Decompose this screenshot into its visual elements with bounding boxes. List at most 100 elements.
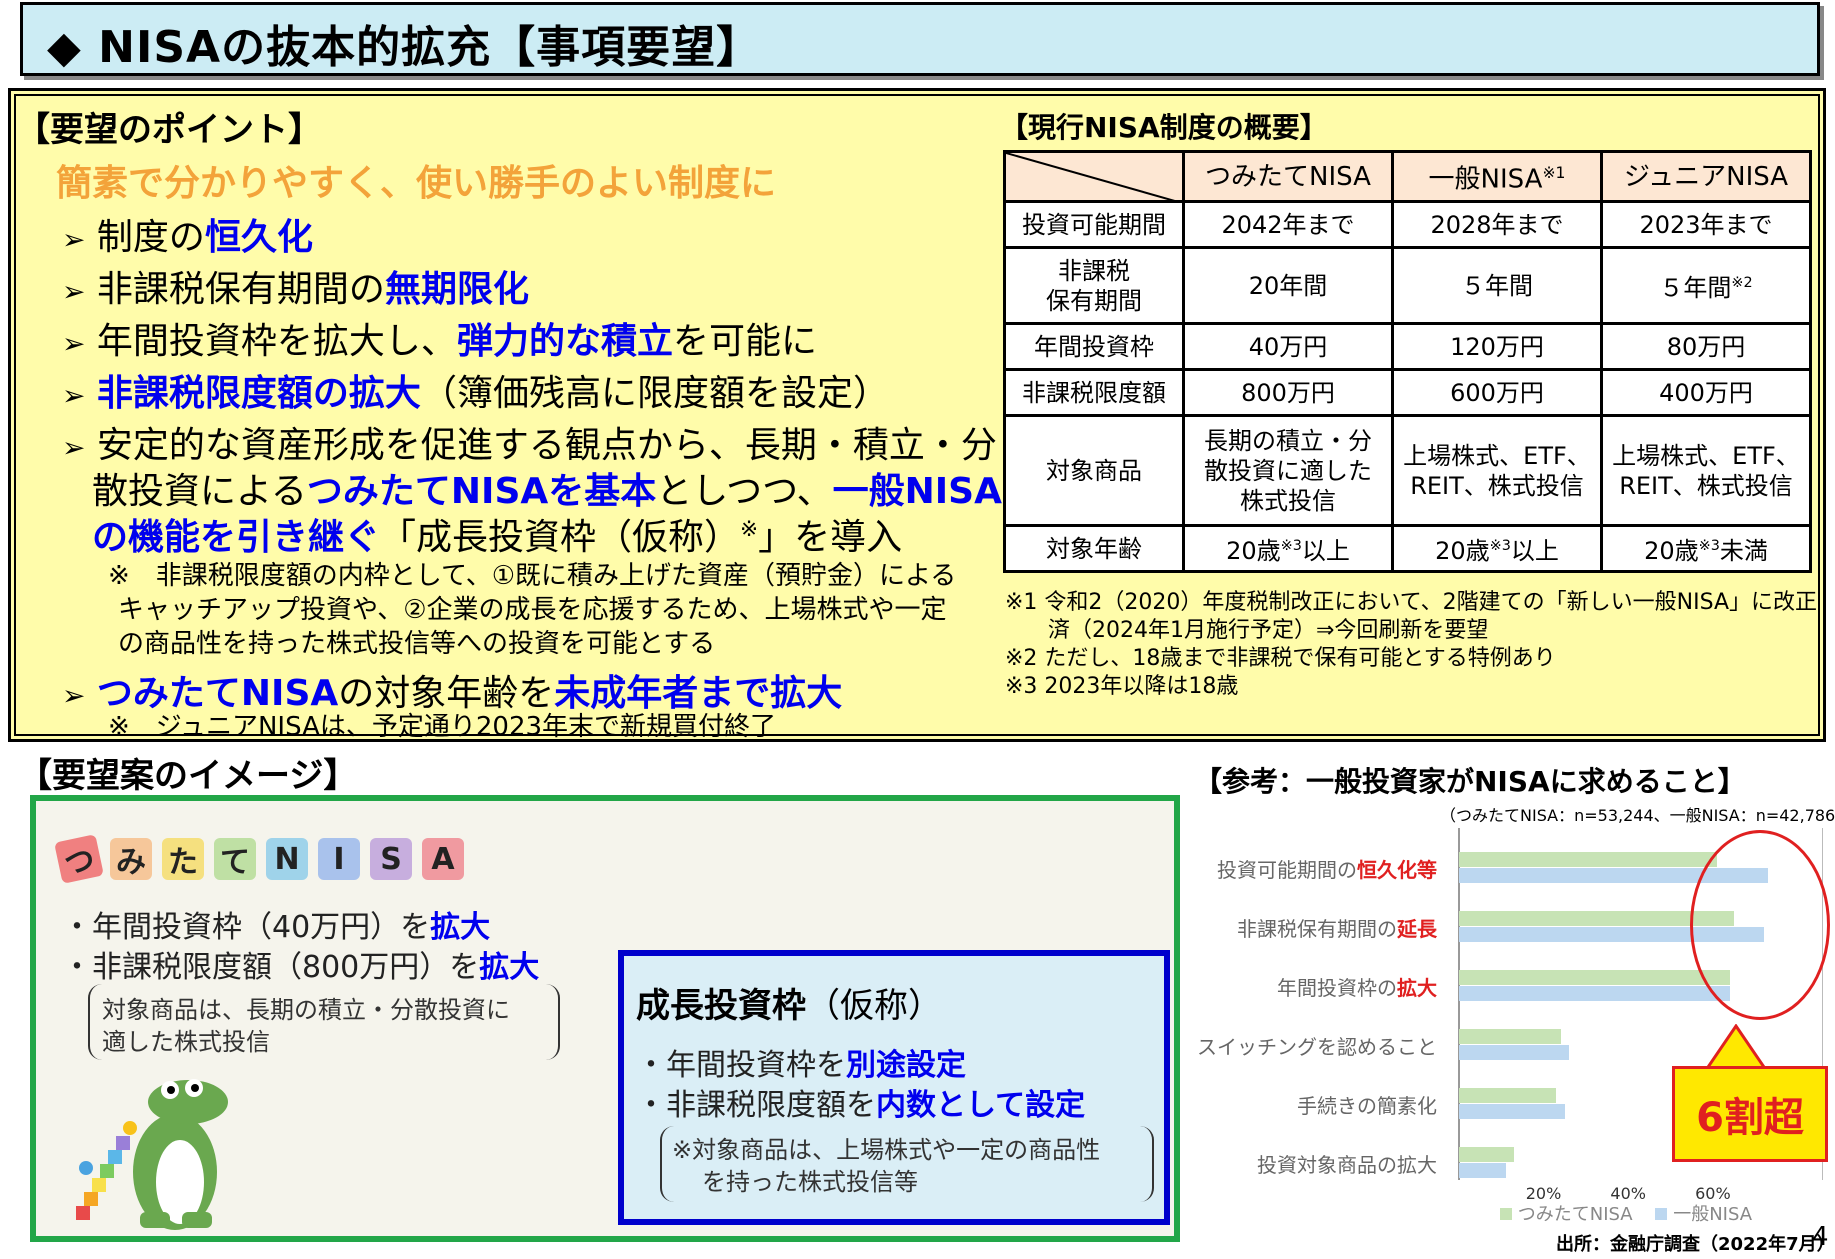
table-cell: 長期の積立・分 散投資に適した 株式投信 (1182, 414, 1394, 527)
col-header: ジュニアNISA (1600, 150, 1812, 203)
nisa-table: つみたてNISA 一般NISA※1 ジュニアNISA 投資可能期間 2042年ま… (1003, 150, 1812, 573)
table-cell: 400万円 (1600, 368, 1812, 417)
growth-item: ・非課税限度額を内数として設定 (636, 1088, 1086, 1123)
table-row: 非課税限度額 800万円 600万円 400万円 (1003, 368, 1812, 417)
point-text: 」を導入 (758, 517, 903, 558)
tsumitate-item: ・年間投資枠（40万円）を拡大 (62, 910, 491, 945)
table-cell: 20歳※3以上 (1391, 524, 1603, 573)
point-text: 散投資による (92, 471, 307, 512)
table-cell: 600万円 (1391, 368, 1603, 417)
category-label: 非課税保有期間の延長 (1237, 917, 1437, 941)
tsumitate-logo: つ み た て N I S A (54, 834, 464, 884)
arrow-icon: ➢ (62, 275, 86, 308)
table-cell: ５年間※2 (1600, 246, 1812, 325)
row-header: 対象商品 (1003, 414, 1185, 527)
arrow-icon: ➢ (62, 431, 86, 464)
table-cell: 上場株式、ETF、 REIT、株式投信 (1391, 414, 1603, 527)
point-text: を可能に (672, 321, 817, 362)
row-header: 非課税限度額 (1003, 368, 1185, 417)
row-header: 投資可能期間 (1003, 200, 1185, 249)
point-item: ➢ 非課税限度額の拡大（簿価残高に限度額を設定） (62, 364, 889, 416)
table-cell: 上場株式、ETF、 REIT、株式投信 (1600, 414, 1812, 527)
chart-legend: つみたてNISA 一般NISA (1500, 1200, 1752, 1226)
category-label: 投資対象商品の拡大 (1257, 1153, 1437, 1177)
point-item-cont: の機能を引き継ぐ「成長投資枠（仮称）※1※」を導入 (92, 508, 902, 560)
tsumitate-note: 対象商品は、長期の積立・分散投資に (102, 996, 510, 1024)
bar-tsumitate (1459, 1088, 1557, 1103)
page-title: ◆ NISAの抜本的拡充【事項要望】 (47, 22, 762, 73)
chart-subtitle: （つみたてNISA：n=53,244、一般NISA：n=42,786） (1440, 806, 1835, 825)
note-line: ※ 非課税限度額の内枠として、①既に積み上げた資産（預貯金）による (108, 561, 957, 591)
point-highlight: 無期限化 (384, 269, 529, 310)
table-cell: 80万円 (1600, 322, 1812, 371)
logo-tile: て (214, 838, 256, 880)
point-item: ➢ 非課税保有期間の無期限化 (62, 260, 529, 312)
callout-box: 6割超 (1672, 1066, 1828, 1162)
table-row: つみたてNISA 一般NISA※1 ジュニアNISA (1003, 150, 1812, 203)
table-cell: 20歳※3未満 (1600, 524, 1812, 573)
table-cell: 20歳※3以上 (1182, 524, 1394, 573)
row-header: 年間投資枠 (1003, 322, 1185, 371)
slogan: 簡素で分かりやすく、使い勝手のよい制度に (56, 163, 777, 204)
logo-tile: た (162, 838, 204, 880)
point-highlight: つみたてNISAを基本 (306, 471, 657, 512)
arrow-icon: ➢ (62, 379, 86, 412)
bar-ippan (1459, 1104, 1565, 1119)
row-header: 対象年齢 (1003, 524, 1185, 573)
highlight-ellipse (1690, 830, 1830, 1020)
point-text: としつつ、 (656, 471, 833, 512)
note-mark: ※ (740, 517, 759, 542)
table-cell: 2028年まで (1391, 200, 1603, 249)
page-number: 4 (1812, 1222, 1829, 1252)
point-item: ➢ 年間投資枠を拡大し、弾力的な積立を可能に (62, 312, 817, 364)
image-heading: 【要望案のイメージ】 (18, 756, 358, 796)
table-cell: 2023年まで (1600, 200, 1812, 249)
logo-tile: A (422, 838, 464, 880)
table-row: 対象商品 長期の積立・分 散投資に適した 株式投信 上場株式、ETF、 REIT、株式… (1003, 414, 1812, 527)
diagonal-line-icon (1006, 153, 1182, 203)
logo-tile: み (110, 838, 152, 880)
point-item: ➢ 安定的な資産形成を促進する観点から、長期・積立・分 (62, 416, 997, 468)
legend-label: 一般NISA (1673, 1204, 1753, 1225)
source-note: 出所：金融庁調査（2022年7月） (1556, 1234, 1835, 1255)
crocodile-mascot-icon (76, 1079, 228, 1230)
point-text: 年間投資枠を拡大し、 (96, 321, 457, 362)
point-text: 「成長投資枠（仮称） (380, 517, 741, 558)
arrow-icon: ➢ (62, 327, 86, 360)
corner-cell (1003, 150, 1185, 203)
logo-tile: I (318, 838, 360, 880)
point-highlight: 恒久化 (204, 217, 313, 258)
point-highlight: の機能を引き継ぐ (92, 517, 381, 558)
points-heading: 【要望のポイント】 (16, 110, 322, 150)
tsumitate-item: ・非課税限度額（800万円）を拡大 (62, 950, 540, 985)
category-label: 年間投資枠の拡大 (1277, 976, 1437, 1000)
row-header: 非課税 保有期間 (1003, 246, 1185, 325)
point-text: 制度の (96, 217, 205, 258)
growth-item: ・年間投資枠を別途設定 (636, 1048, 966, 1083)
table-row: 非課税 保有期間 20年間 ５年間 ５年間※2 (1003, 246, 1812, 325)
bar-ippan (1459, 1045, 1570, 1060)
arrow-icon: ➢ (62, 223, 86, 256)
legend-swatch (1500, 1208, 1512, 1220)
logo-tile: S (370, 838, 412, 880)
bar-ippan (1459, 1163, 1506, 1178)
table-cell: 2042年まで (1182, 200, 1394, 249)
note-line: キャッチアップ投資や、②企業の成長を応援するため、上場株式や一定 (118, 595, 947, 625)
tsumitate-note: 適した株式投信 (102, 1028, 270, 1056)
bar-tsumitate (1459, 970, 1731, 985)
category-label: 投資可能期間の恒久化等 (1217, 858, 1437, 882)
legend-swatch (1655, 1208, 1668, 1220)
bar-tsumitate (1459, 852, 1718, 867)
point-highlight: 弾力的な積立 (456, 321, 673, 362)
point-text: （簿価残高に限度額を設定） (420, 373, 889, 414)
table-row: 年間投資枠 40万円 120万円 80万円 (1003, 322, 1812, 371)
note-line: ※ ジュニアNISAは、予定通り2023年末で新規買付終了 (108, 712, 777, 742)
table-cell: 40万円 (1182, 322, 1394, 371)
col-header: つみたてNISA (1182, 150, 1394, 203)
table-heading: 【現行NISA制度の概要】 (1000, 111, 1328, 144)
header-bar: ◆ NISAの抜本的拡充【事項要望】 (20, 2, 1820, 76)
point-text: 非課税保有期間の (96, 269, 385, 310)
point-highlight: 一般NISA (832, 471, 1002, 512)
point-item: ➢ 制度の恒久化 (62, 208, 313, 260)
growth-note: ※対象商品は、上場株式や一定の商品性 (672, 1136, 1101, 1164)
